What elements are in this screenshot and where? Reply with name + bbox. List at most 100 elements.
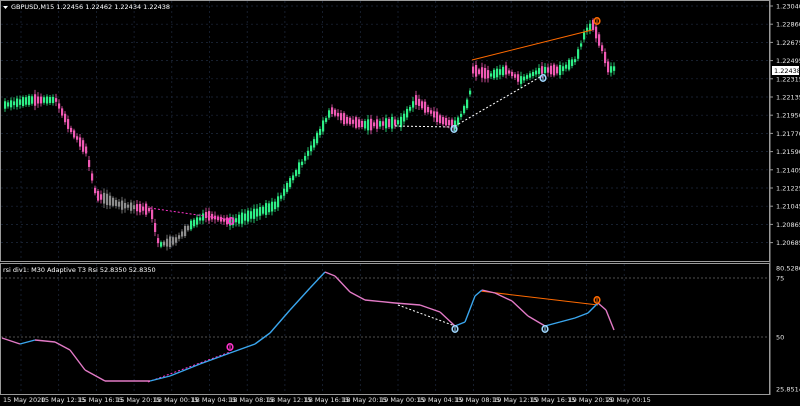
rsi-segment: [544, 321, 561, 327]
rsi-segment: [169, 363, 201, 377]
candle-body: [28, 95, 31, 105]
candle-body: [445, 117, 448, 126]
candle-body: [7, 102, 10, 107]
rsi-segment: [511, 300, 529, 317]
candle-body: [208, 211, 211, 221]
candle-body: [511, 71, 514, 77]
rsi-segment: [289, 287, 311, 311]
candle-body: [103, 192, 106, 204]
candle-body: [370, 118, 373, 131]
rsi-segment: [84, 369, 106, 382]
bear-divergence-line: [471, 29, 593, 61]
candle-body: [88, 160, 91, 167]
candle-body: [562, 66, 565, 72]
candle-body: [433, 111, 436, 118]
candle-body: [394, 119, 397, 126]
candle-body: [82, 140, 85, 152]
candle-body: [109, 195, 112, 206]
candle-body: [4, 101, 7, 109]
candle-body: [133, 205, 136, 210]
candle-body: [373, 122, 376, 127]
triangle-down-icon[interactable]: [3, 6, 8, 9]
price-label: 1.22315: [776, 75, 800, 83]
candle-body: [406, 108, 409, 118]
candle-body: [586, 27, 589, 31]
rsi-segment: [474, 289, 483, 297]
rsi-segment: [54, 341, 71, 351]
candle-body: [367, 119, 370, 131]
candle-body: [61, 108, 64, 116]
candle-body: [190, 220, 193, 230]
candle-body: [85, 146, 88, 154]
candle-body: [67, 119, 70, 129]
rsi-segment: [69, 349, 86, 371]
candle-body: [175, 237, 178, 243]
rsi-segment: [527, 315, 546, 327]
candle-body: [40, 96, 43, 104]
candle-body: [34, 94, 37, 106]
rsi-segment: [269, 309, 291, 334]
candle-body: [178, 235, 181, 239]
candle-body: [538, 68, 541, 74]
time-label: 20 May 00:15: [606, 396, 651, 404]
candle-body: [613, 66, 616, 71]
candle-body: [430, 110, 433, 114]
candle-body: [148, 208, 151, 212]
candle-body: [241, 212, 244, 224]
candle-body: [58, 103, 61, 109]
candle-body: [223, 218, 226, 222]
candle-body: [220, 216, 223, 222]
candle-body: [193, 219, 196, 227]
candle-body: [520, 76, 523, 84]
candle-body: [472, 66, 475, 74]
candle-body: [157, 238, 160, 244]
candle-body: [154, 223, 157, 232]
candle-body: [199, 217, 202, 221]
rsi-segment: [1, 337, 21, 345]
bull-divergence-icon: [451, 324, 459, 333]
sub-chart-frame[interactable]: [0, 263, 770, 395]
bull-divergence-icon: [539, 74, 547, 83]
hidden-divergence-line: [149, 207, 233, 221]
rsi-segment: [199, 352, 231, 365]
candle-body: [166, 238, 169, 247]
rsi-segment: [334, 275, 351, 293]
candle-body: [502, 66, 505, 76]
candle-body: [508, 70, 511, 74]
candle-body: [52, 96, 55, 104]
rsi-segment: [559, 317, 576, 323]
candle-body: [421, 101, 424, 109]
candle-body: [163, 241, 166, 246]
rsi-segment: [439, 311, 456, 327]
candle-body: [169, 236, 172, 248]
candle-body: [127, 204, 130, 208]
candle-body: [253, 208, 256, 219]
candle-body: [268, 203, 271, 213]
chart-canvas[interactable]: 1.23040 1.22860 1.22675 1.22495 1.22315 1.221…: [0, 0, 800, 406]
rsi-segment: [364, 299, 396, 304]
candle-body: [436, 111, 439, 122]
rsi-segment: [229, 343, 256, 354]
candle-body: [388, 118, 391, 128]
candle-body: [256, 208, 259, 217]
rsi-level-label: 50: [776, 334, 784, 342]
candle-body: [73, 130, 76, 138]
candle-body: [292, 175, 295, 181]
candle-body: [70, 127, 73, 133]
price-label: 1.21225: [776, 185, 800, 193]
candle-body: [412, 101, 415, 108]
price-label: 1.22135: [776, 94, 800, 102]
bear-divergence-icon: [593, 295, 601, 304]
candle-body: [106, 193, 109, 206]
main-chart-frame[interactable]: [0, 0, 770, 262]
candle-body: [403, 113, 406, 122]
price-label: 1.22675: [776, 39, 800, 47]
candle-body: [328, 110, 331, 118]
candle-body: [568, 59, 571, 70]
candle-body: [580, 43, 583, 47]
candle-body: [310, 145, 313, 152]
candle-body: [448, 120, 451, 126]
candle-body: [547, 67, 550, 73]
candle-body: [604, 51, 607, 64]
candle-body: [553, 64, 556, 76]
